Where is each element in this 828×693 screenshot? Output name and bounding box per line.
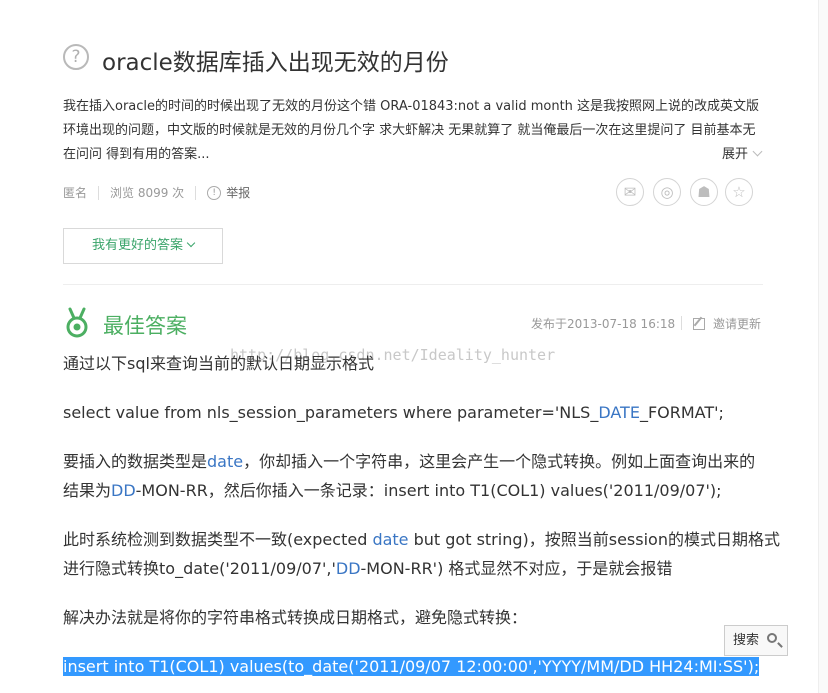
wechat-icon[interactable]: ✉ — [616, 178, 644, 206]
divider — [681, 316, 682, 330]
question-body: 我在插入oracle的时间的时候出现了无效的月份这个错 ORA-01843:no… — [63, 99, 760, 162]
invite-update-button[interactable]: 邀请更新 — [693, 315, 761, 332]
qq-icon[interactable]: ☗ — [690, 178, 718, 206]
search-label: 搜索 — [733, 633, 760, 648]
answer-paragraph: 此时系统检测到数据类型不一致(expected date but got str… — [63, 530, 780, 549]
section-divider — [63, 284, 763, 285]
best-answer-label: 最佳答案 — [103, 314, 187, 338]
edit-icon — [693, 317, 705, 330]
answer-paragraph: 进行隐式转换to_date('2011/09/07','DD-MON-RR') … — [63, 559, 673, 578]
author-label: 匿名 — [63, 186, 88, 200]
answer-paragraph: select value from nls_session_parameters… — [63, 403, 724, 422]
selected-sql-line[interactable]: insert into T1(COL1) values(to_date('201… — [63, 652, 760, 681]
expand-button[interactable]: 展开 — [722, 143, 763, 162]
answer-paragraph: 要插入的数据类型是date，你却插入一个字符串，这里会产生一个隐式转换。例如上面… — [63, 452, 756, 471]
question-title: oracle数据库插入出现无效的月份 — [102, 50, 449, 76]
medal-icon — [66, 307, 88, 338]
better-answer-label: 我有更好的答案 — [91, 238, 183, 253]
selection-highlight: insert into T1(COL1) values(to_date('201… — [63, 657, 760, 676]
question-meta: 匿名 浏览 8099 次 ! 举报 — [63, 184, 250, 201]
search-button[interactable]: 搜索 — [724, 625, 788, 656]
scrollbar-track[interactable] — [818, 0, 828, 693]
publish-date: 发布于2013-07-18 16:18 — [531, 317, 676, 331]
report-link[interactable]: 举报 — [226, 184, 250, 201]
answer-paragraph: 结果为DD-MON-RR，然后你插入一条记录：insert into T1(CO… — [63, 481, 722, 500]
star-icon[interactable]: ☆ — [725, 178, 753, 206]
answer-paragraph: 解决办法就是将你的字符串格式转换成日期格式，避免隐式转换： — [63, 608, 528, 627]
question-icon: ? — [63, 44, 89, 70]
warning-icon: ! — [207, 185, 222, 200]
chevron-down-icon — [186, 238, 196, 248]
answer-paragraph: 通过以下sql来查询当前的默认日期显示格式 — [63, 354, 374, 373]
view-count: 浏览 8099 次 — [110, 186, 185, 200]
search-icon — [767, 633, 777, 643]
invite-label: 邀请更新 — [713, 317, 762, 331]
better-answer-button[interactable]: 我有更好的答案 — [63, 228, 223, 264]
expand-label: 展开 — [722, 147, 749, 162]
divider — [195, 185, 197, 200]
divider — [98, 185, 100, 200]
weibo-icon[interactable]: ◎ — [653, 178, 681, 206]
chevron-down-icon — [752, 146, 763, 157]
